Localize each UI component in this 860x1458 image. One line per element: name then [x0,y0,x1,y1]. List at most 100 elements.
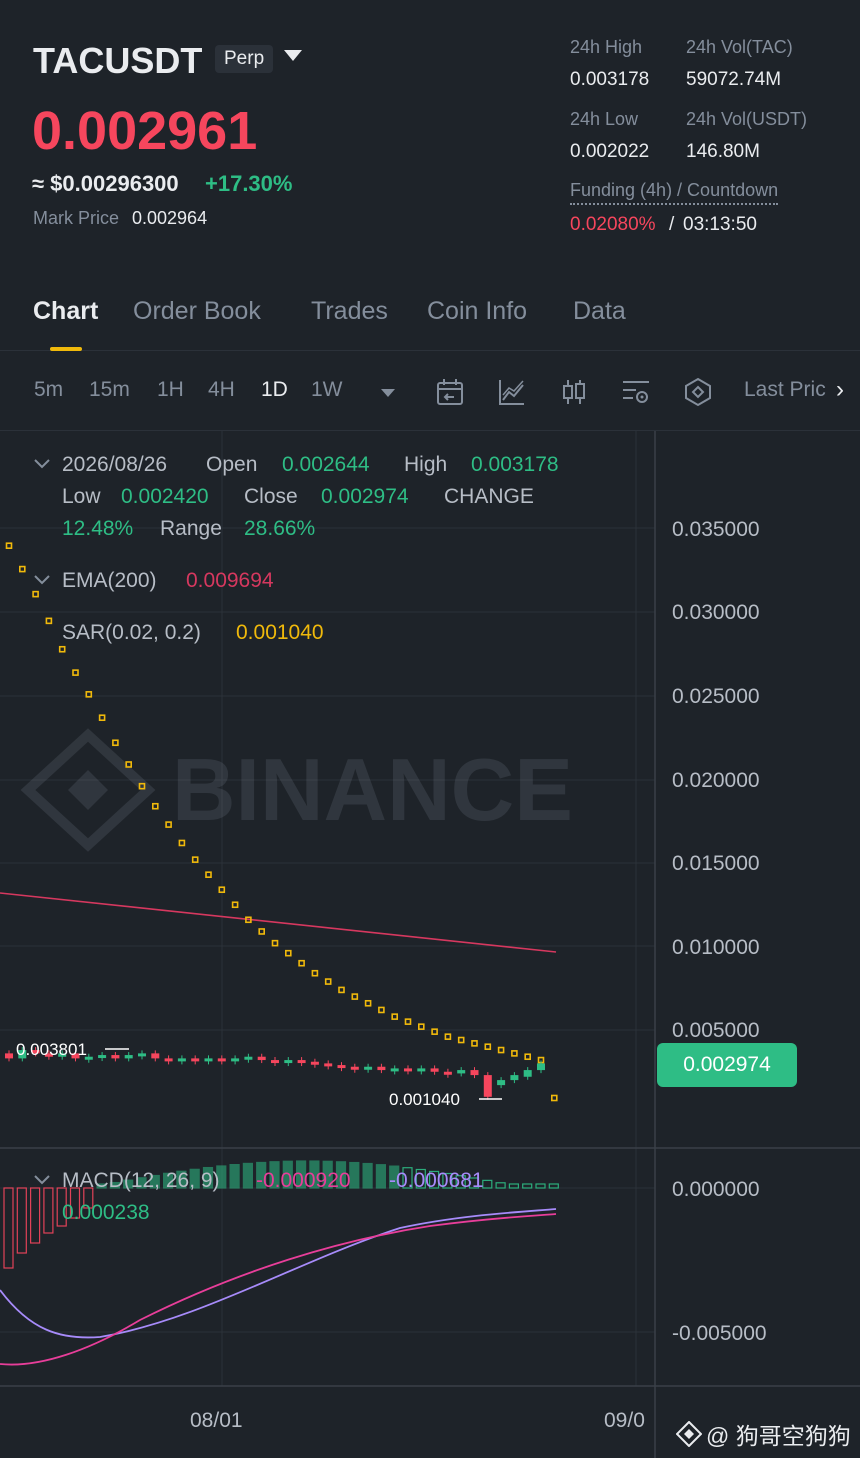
candle-body [151,1053,160,1059]
candle-body [271,1060,279,1064]
sar-dot [258,928,266,935]
chevron-right-icon[interactable]: › [836,376,844,404]
24h-vol-quote-value: 146.80M [686,141,760,162]
ema-label: EMA(200) [62,569,157,592]
candle-body [138,1053,146,1057]
candle-body [337,1065,346,1069]
sar-dot [444,1033,452,1040]
mark-price-label: Mark Price [33,208,120,228]
legend-open-value: 0.002644 [282,453,370,476]
candle-body [417,1068,426,1072]
macd-value: -0.000920 [256,1169,351,1192]
sar-dot [484,1043,492,1050]
symbol-dropdown-icon[interactable] [284,50,302,61]
legend-open-label: Open [206,453,257,476]
macd-histogram-bar [535,1183,546,1189]
usd-price: ≈ $0.00296300 [32,171,179,196]
timeframe-4h[interactable]: 4H [208,378,235,402]
candle-body [523,1070,532,1077]
candle-body [98,1055,107,1059]
timeframe-dropdown-icon[interactable] [381,389,395,397]
sar-dot [5,542,13,550]
candle-body [497,1080,506,1086]
candle-body [310,1061,319,1065]
candle-body [404,1068,412,1072]
last-price: 0.002961 [32,101,258,161]
tab-data[interactable]: Data [573,297,626,326]
timeframe-5m[interactable]: 5m [34,378,63,402]
legend-close-label: Close [244,485,298,508]
sar-dot [404,1018,412,1025]
candle-body [537,1063,545,1071]
timeframe-1w[interactable]: 1W [311,378,343,402]
funding-label[interactable]: Funding (4h) / Countdown [570,180,779,205]
sar-dot [284,949,292,957]
tab-trades[interactable]: Trades [311,297,388,326]
candle-body [164,1058,173,1062]
sar-dot [324,978,332,985]
timeframe-1d[interactable]: 1D [261,378,288,402]
macd-histogram-bar [362,1162,373,1189]
symbol-title[interactable]: TACUSDT [33,40,202,82]
settings-icon[interactable] [620,376,652,408]
sar-dot [550,1094,558,1102]
24h-high-value: 0.003178 [570,69,650,90]
sar-dot [457,1036,465,1044]
sar-dot [85,691,93,698]
macd-histogram-bar [522,1183,533,1189]
macd-label: MACD(12, 26, 9) [62,1169,220,1192]
tab-chart[interactable]: Chart [33,297,98,326]
sar-dot [497,1046,505,1054]
price-type-select[interactable]: Last Pric [744,378,836,402]
calendar-back-icon[interactable] [434,376,466,408]
macd-axis-label: -0.005000 [672,1322,767,1345]
legend-high-value: 0.003178 [471,453,559,476]
legend-change-label: CHANGE [444,485,534,508]
sar-dot [391,1013,399,1020]
macd-collapse-icon [34,1175,50,1185]
timeframe-1h[interactable]: 1H [157,378,184,402]
sar-dot [112,739,119,747]
legend-range-label: Range [160,517,222,540]
tab-coin-info[interactable]: Coin Info [427,297,527,326]
sar-dot [32,590,39,598]
sar-dot [58,645,66,653]
candle-body [217,1058,226,1062]
sar-dot [231,901,239,909]
sar-dot [298,959,305,967]
price-axis-label: 0.035000 [672,518,760,541]
legend-collapse-icon [34,459,50,469]
candle-body [430,1068,439,1072]
high-marker-label: 0.003801 [16,1040,87,1059]
candle-body [124,1055,133,1059]
sar-dot [165,821,172,828]
tab-order-book[interactable]: Order Book [133,297,261,326]
price-chart[interactable]: BINANCE 0.003801 0.001040 0.035000 0.030… [0,431,860,1458]
legend-date: 2026/08/26 [62,453,167,476]
candle-body [457,1070,466,1074]
sar-dot [18,565,26,573]
indicator-line-icon[interactable] [496,376,528,408]
candle-body [5,1053,13,1059]
sar-dot [205,871,212,878]
24h-vol-base-label: 24h Vol(TAC) [686,37,793,57]
timeframe-15m[interactable]: 15m [89,378,130,402]
price-axis-label: 0.010000 [672,936,760,959]
candle-body [204,1058,213,1062]
low-marker-label: 0.001040 [389,1090,460,1109]
sar-dot [98,714,106,722]
24h-low-label: 24h Low [570,109,639,129]
candle-body [364,1066,373,1070]
price-axis-label: 0.025000 [672,685,760,708]
candle-body [284,1060,293,1064]
macd-histogram-bar [242,1162,253,1189]
sar-dot [125,761,132,768]
depth-icon[interactable] [682,376,714,408]
sar-dot [338,986,345,994]
candle-body [257,1056,266,1061]
candle-style-icon[interactable] [558,376,590,408]
funding-countdown: 03:13:50 [683,214,757,235]
legend-low-label: Low [62,485,101,508]
candle-body [297,1060,306,1064]
active-tab-indicator [50,347,82,351]
